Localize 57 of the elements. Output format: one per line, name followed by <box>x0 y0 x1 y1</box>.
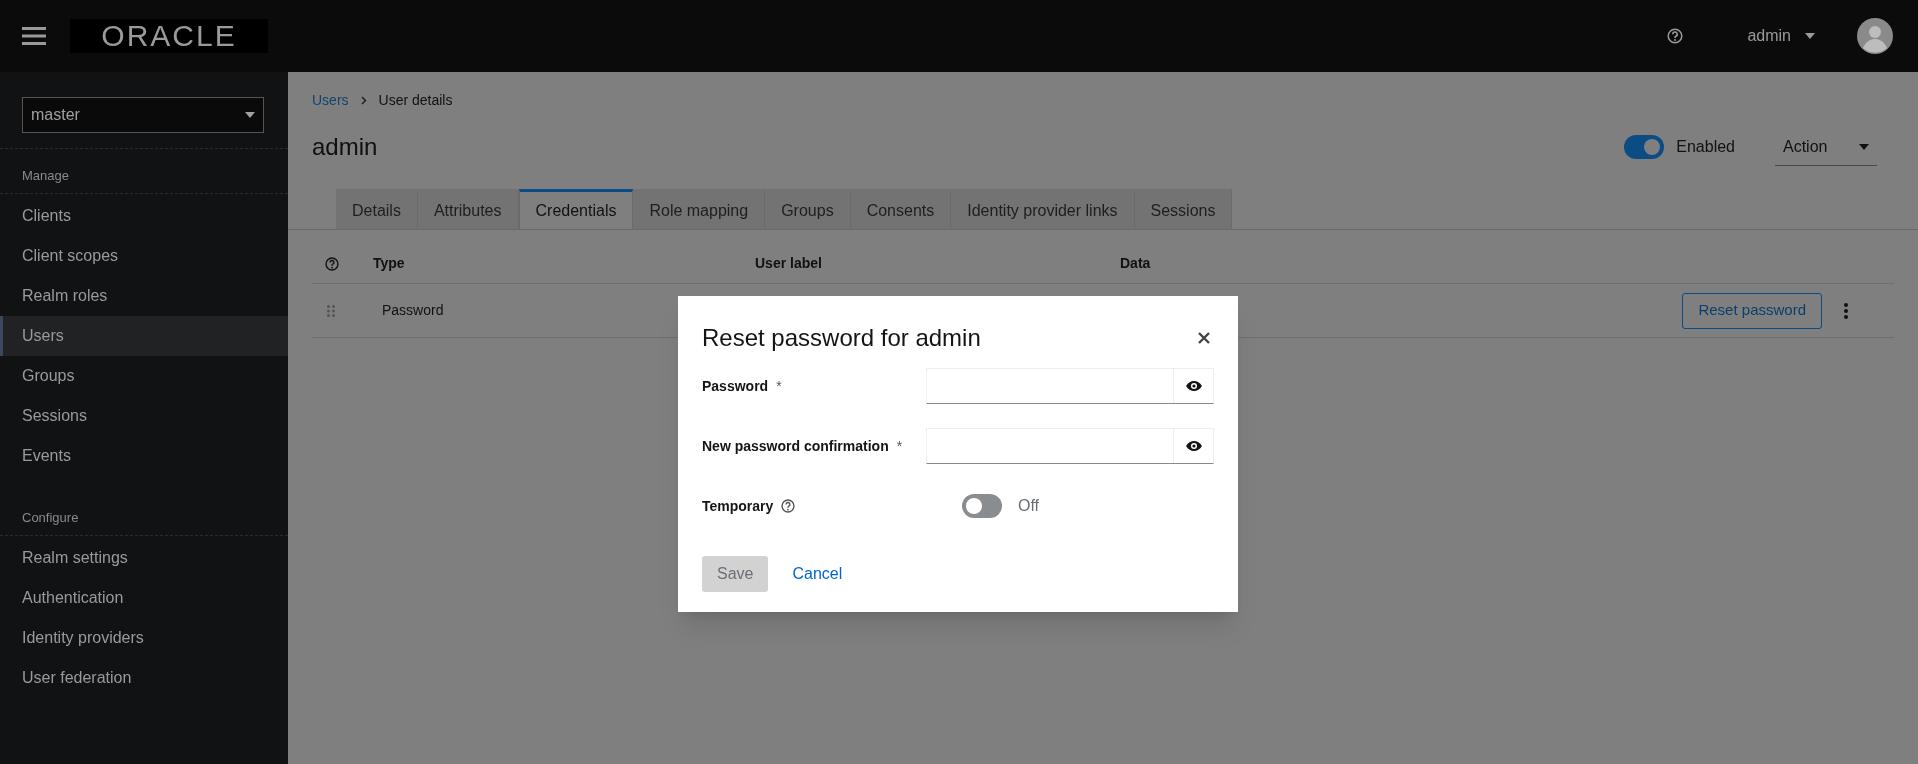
sidebar-item[interactable]: Sessions <box>0 396 288 436</box>
close-icon[interactable] <box>1198 332 1210 344</box>
sidebar-item[interactable]: User federation <box>0 658 288 698</box>
caret-icon <box>1859 143 1869 150</box>
caret-icon <box>245 112 255 118</box>
tab[interactable]: Role mapping <box>633 189 766 229</box>
column-header: Data <box>1120 255 1151 271</box>
field-label: Password <box>702 376 769 396</box>
user-menu[interactable]: admin <box>1747 24 1815 48</box>
password-field[interactable] <box>926 428 1214 464</box>
toggle-label: Enabled <box>1676 137 1735 157</box>
help-icon[interactable] <box>1667 28 1684 44</box>
tab[interactable]: Groups <box>765 189 851 229</box>
field-label: New password confirmation <box>702 436 889 456</box>
tab[interactable]: Credentials <box>518 189 634 229</box>
caret-icon <box>1805 33 1815 39</box>
eye-icon <box>1185 441 1202 451</box>
logo[interactable]: ORACLE <box>70 19 268 53</box>
tab[interactable]: Attributes <box>417 189 519 229</box>
page-title: admin <box>312 132 378 162</box>
avatar-icon[interactable] <box>1857 18 1893 54</box>
section-title: Configure <box>22 508 79 527</box>
dialog-title: Reset password for admin <box>702 323 981 353</box>
tab[interactable]: Identity provider links <box>951 189 1135 229</box>
chevron-icon <box>360 96 367 105</box>
sidebar-item[interactable]: Authentication <box>0 578 288 618</box>
sidebar-item[interactable]: Events <box>0 436 288 476</box>
field-label: Temporary <box>702 496 774 516</box>
sidebar-item[interactable]: Realm roles <box>0 276 288 316</box>
table-cell-text: Password <box>382 301 445 320</box>
help-icon[interactable] <box>325 256 339 271</box>
help-icon[interactable] <box>781 499 796 513</box>
sidebar-item[interactable]: Clients <box>0 196 288 236</box>
breadcrumb-current: User details <box>378 91 453 110</box>
cancel-link[interactable]: Cancel <box>788 556 847 592</box>
eye-icon <box>1185 381 1202 391</box>
drag-handle-icon[interactable] <box>327 304 335 317</box>
required-marker: * <box>776 376 782 396</box>
sidebar-item[interactable]: Groups <box>0 356 288 396</box>
sidebar-item[interactable]: Identity providers <box>0 618 288 658</box>
kebab-icon[interactable] <box>1844 302 1848 319</box>
temporary-toggle[interactable] <box>962 494 1002 518</box>
realm-select[interactable]: master <box>22 97 264 133</box>
column-header: User label <box>755 255 822 271</box>
column-header: Type <box>373 255 405 271</box>
sidebar-item[interactable]: Users <box>0 316 288 356</box>
sidebar-item[interactable]: Client scopes <box>0 236 288 276</box>
password-field[interactable] <box>926 368 1214 404</box>
section-title: Manage <box>22 166 69 185</box>
tab[interactable]: Details <box>336 189 418 229</box>
menu-icon[interactable] <box>22 26 46 46</box>
enabled-toggle[interactable] <box>1624 135 1665 159</box>
tab[interactable]: Consents <box>850 189 952 229</box>
required-marker: * <box>896 436 903 456</box>
toggle-state: Off <box>1018 496 1040 516</box>
sidebar-item[interactable]: Realm settings <box>0 538 288 578</box>
tab[interactable]: Sessions <box>1134 189 1233 229</box>
